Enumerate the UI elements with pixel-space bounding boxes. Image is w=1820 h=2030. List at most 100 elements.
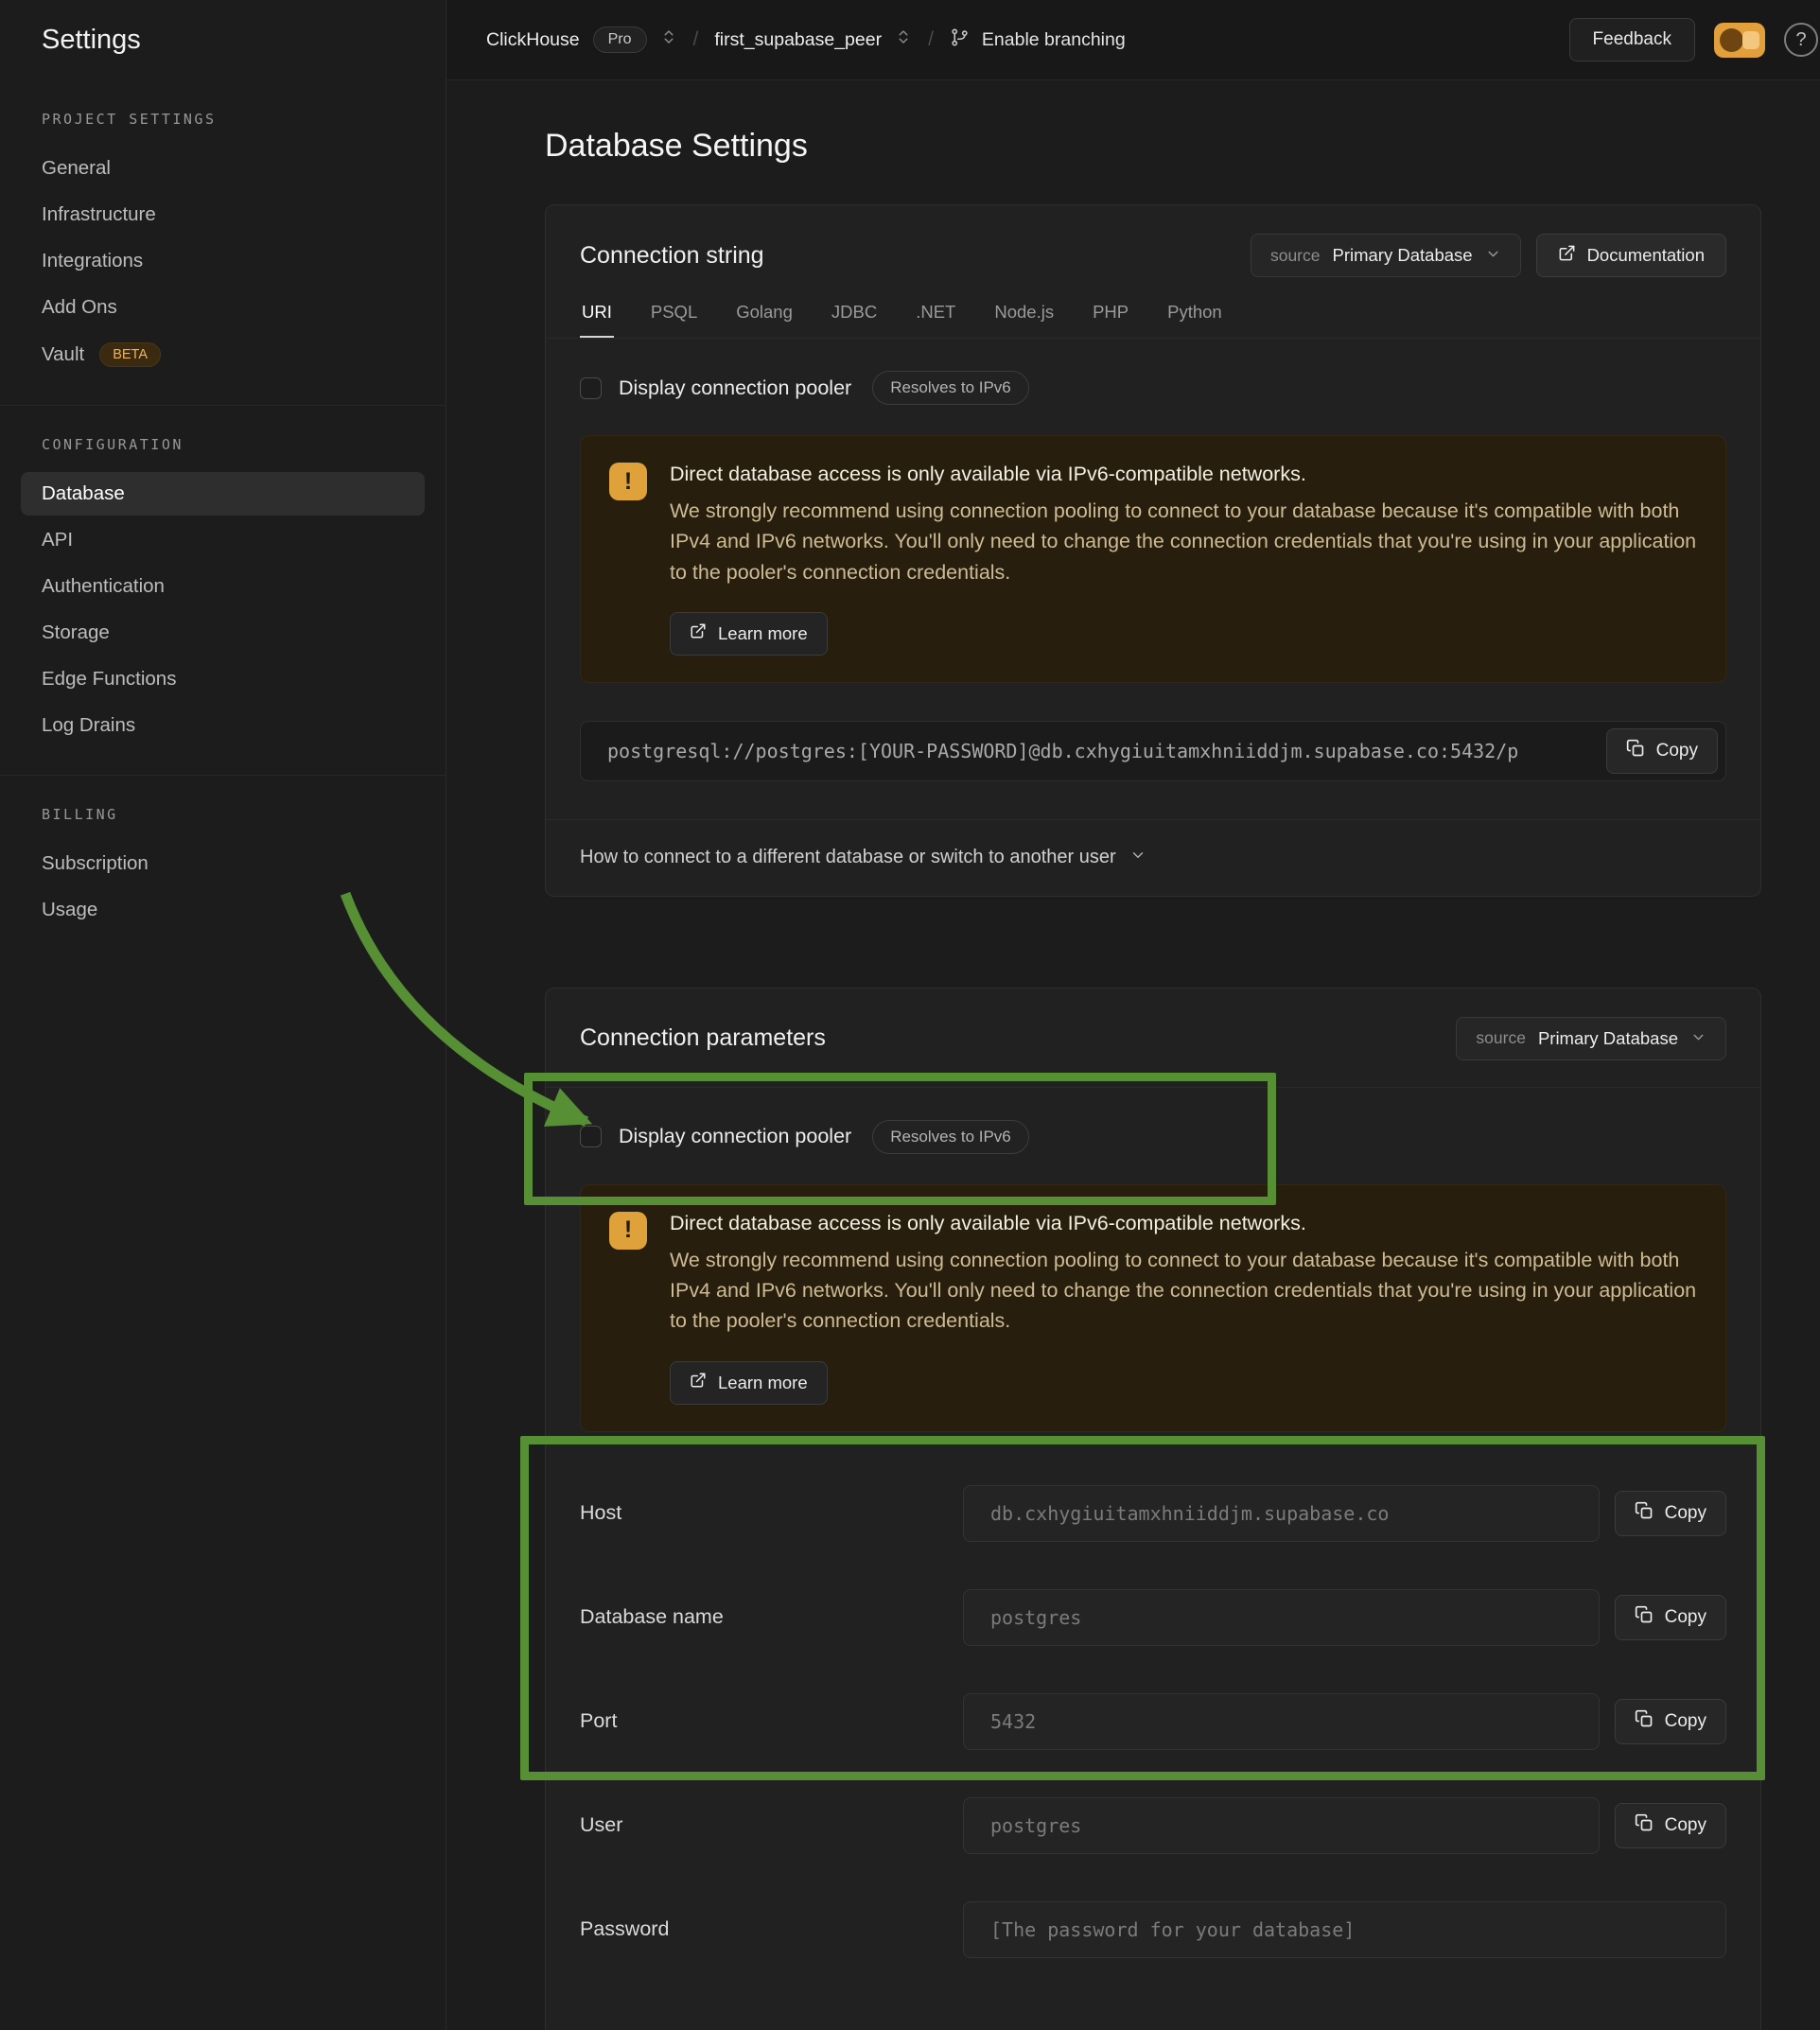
external-link-icon	[690, 622, 707, 644]
sidebar-item-general[interactable]: General	[21, 147, 425, 190]
ipv6-warning: ! Direct database access is only availab…	[580, 1184, 1726, 1432]
connect-help-toggle[interactable]: How to connect to a different database o…	[546, 819, 1760, 896]
connection-parameters-card: Connection parameters source Primary Dat…	[545, 988, 1761, 2030]
sidebar-item-usage[interactable]: Usage	[21, 888, 425, 932]
database-name-input[interactable]: postgres	[963, 1589, 1600, 1646]
tab-jdbc[interactable]: JDBC	[830, 302, 879, 338]
sidebar-item-vault[interactable]: Vault BETA	[21, 332, 425, 377]
documentation-button[interactable]: Documentation	[1536, 234, 1726, 277]
connection-string-row: postgresql://postgres:[YOUR-PASSWORD]@db…	[580, 721, 1726, 781]
tab-golang[interactable]: Golang	[734, 302, 795, 338]
copy-port-button[interactable]: Copy	[1615, 1699, 1726, 1744]
tab-uri[interactable]: URI	[580, 302, 614, 338]
enable-branching-button[interactable]: Enable branching	[950, 27, 1126, 53]
org-name: ClickHouse	[486, 29, 580, 51]
connection-parameters-title: Connection parameters	[580, 1024, 826, 1052]
resolves-to-ipv6-badge: Resolves to IPv6	[872, 371, 1029, 405]
learn-more-button[interactable]: Learn more	[670, 612, 828, 656]
breadcrumb-separator: /	[693, 28, 699, 51]
learn-more-button[interactable]: Learn more	[670, 1361, 828, 1405]
chevron-down-icon	[1690, 1029, 1706, 1048]
connection-parameters-list: Host db.cxhygiuitamxhniiddjm.supabase.co…	[580, 1485, 1726, 1958]
main-column: ClickHouse Pro / first_supabase_peer /	[446, 0, 1820, 2030]
sidebar-title: Settings	[0, 0, 446, 80]
display-connection-pooler-label: Display connection pooler	[619, 1125, 851, 1148]
sidebar-section-configuration: CONFIGURATION Database API Authenticatio…	[0, 406, 446, 775]
chevrons-updown-icon	[660, 28, 677, 51]
copy-icon	[1626, 739, 1645, 763]
display-connection-pooler-checkbox[interactable]	[580, 1126, 602, 1147]
host-input[interactable]: db.cxhygiuitamxhniiddjm.supabase.co	[963, 1485, 1600, 1542]
alert-icon: !	[609, 463, 647, 500]
copy-icon	[1635, 1501, 1654, 1526]
settings-title: Settings	[42, 25, 141, 56]
copy-icon	[1635, 1709, 1654, 1734]
copy-database-name-button[interactable]: Copy	[1615, 1595, 1726, 1640]
source-select[interactable]: source Primary Database	[1456, 1017, 1726, 1060]
warning-body: We strongly recommend using connection p…	[670, 1245, 1697, 1337]
section-heading-configuration: CONFIGURATION	[0, 436, 446, 453]
connection-string-actions: source Primary Database Documentation	[1251, 234, 1726, 277]
connection-string-input[interactable]: postgresql://postgres:[YOUR-PASSWORD]@db…	[580, 721, 1726, 781]
database-name-label: Database name	[580, 1605, 963, 1629]
sidebar-item-add-ons[interactable]: Add Ons	[21, 286, 425, 329]
password-input[interactable]: [The password for your database]	[963, 1901, 1726, 1958]
sidebar-section-project-settings: PROJECT SETTINGS General Infrastructure …	[0, 80, 446, 405]
warning-title: Direct database access is only available…	[670, 463, 1697, 486]
content: Database Settings Connection string sour…	[446, 80, 1820, 2030]
resolves-to-ipv6-badge: Resolves to IPv6	[872, 1120, 1029, 1154]
chevron-down-icon	[1129, 847, 1146, 869]
sidebar-item-storage[interactable]: Storage	[21, 611, 425, 655]
ipv6-warning: ! Direct database access is only availab…	[580, 435, 1726, 683]
param-row-database-name: Database name postgres Copy	[580, 1589, 1726, 1646]
connection-string-title: Connection string	[580, 242, 764, 270]
warning-title: Direct database access is only available…	[670, 1212, 1697, 1235]
account-avatar[interactable]	[1714, 23, 1765, 58]
external-link-icon	[690, 1372, 707, 1393]
app: Settings PROJECT SETTINGS General Infras…	[0, 0, 1820, 2030]
cs-pooler-row: Display connection pooler Resolves to IP…	[580, 371, 1726, 405]
sidebar-item-infrastructure[interactable]: Infrastructure	[21, 193, 425, 236]
param-row-password: Password [The password for your database…	[580, 1901, 1726, 1958]
sidebar-item-database[interactable]: Database	[21, 472, 425, 516]
topbar: ClickHouse Pro / first_supabase_peer /	[446, 0, 1820, 80]
sidebar-item-subscription[interactable]: Subscription	[21, 842, 425, 885]
copy-host-button[interactable]: Copy	[1615, 1491, 1726, 1536]
sidebar: Settings PROJECT SETTINGS General Infras…	[0, 0, 446, 2030]
tab-dotnet[interactable]: .NET	[914, 302, 957, 338]
source-select[interactable]: source Primary Database	[1251, 234, 1521, 277]
host-label: Host	[580, 1501, 963, 1525]
sidebar-section-billing: BILLING Subscription Usage	[0, 776, 446, 959]
display-connection-pooler-checkbox[interactable]	[580, 377, 602, 399]
source-select-value: Primary Database	[1538, 1028, 1678, 1049]
display-connection-pooler-label: Display connection pooler	[619, 376, 851, 400]
source-select-prefix: source	[1476, 1028, 1526, 1048]
avatar-square	[1742, 31, 1759, 49]
port-input[interactable]: 5432	[963, 1693, 1600, 1750]
tab-psql[interactable]: PSQL	[649, 302, 699, 338]
alert-icon: !	[609, 1212, 647, 1250]
plan-badge: Pro	[593, 26, 647, 53]
breadcrumb: ClickHouse Pro / first_supabase_peer /	[486, 26, 1126, 53]
tab-php[interactable]: PHP	[1091, 302, 1130, 338]
param-row-host: Host db.cxhygiuitamxhniiddjm.supabase.co…	[580, 1485, 1726, 1542]
feedback-button[interactable]: Feedback	[1569, 18, 1695, 61]
sidebar-item-integrations[interactable]: Integrations	[21, 239, 425, 283]
connection-string-header: Connection string source Primary Databas…	[546, 205, 1760, 277]
cp-pooler-row: Display connection pooler Resolves to IP…	[580, 1120, 1726, 1154]
sidebar-item-authentication[interactable]: Authentication	[21, 565, 425, 608]
project-selector[interactable]: first_supabase_peer	[714, 28, 912, 51]
sidebar-item-api[interactable]: API	[21, 518, 425, 562]
port-label: Port	[580, 1709, 963, 1733]
tab-python[interactable]: Python	[1165, 302, 1224, 338]
user-input[interactable]: postgres	[963, 1797, 1600, 1854]
copy-user-button[interactable]: Copy	[1615, 1803, 1726, 1848]
org-selector[interactable]: ClickHouse Pro	[486, 26, 677, 53]
sidebar-item-edge-functions[interactable]: Edge Functions	[21, 657, 425, 701]
help-icon[interactable]: ?	[1784, 23, 1818, 57]
tab-nodejs[interactable]: Node.js	[992, 302, 1056, 338]
user-label: User	[580, 1813, 963, 1837]
sidebar-item-log-drains[interactable]: Log Drains	[21, 704, 425, 747]
breadcrumb-separator: /	[928, 28, 934, 51]
copy-connection-string-button[interactable]: Copy	[1606, 728, 1718, 774]
